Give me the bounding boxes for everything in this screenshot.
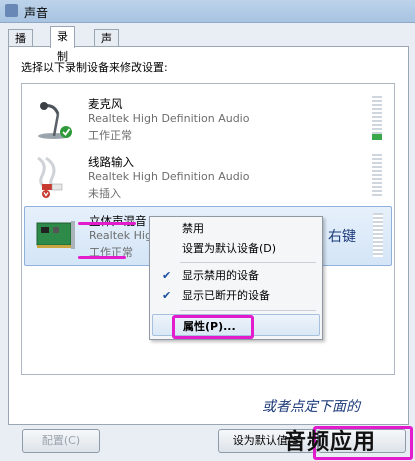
annotation-bottom-note: 或者点定下面的 bbox=[262, 399, 360, 415]
tab-recording[interactable]: 录制 bbox=[50, 26, 75, 63]
checkmark-icon: ✔ bbox=[162, 269, 172, 282]
tab-sounds[interactable]: 声音 bbox=[94, 29, 119, 62]
speaker-app-icon bbox=[5, 4, 18, 17]
level-meter bbox=[372, 96, 382, 140]
annotation-big-note: 音频应用 bbox=[284, 430, 377, 455]
device-driver: Realtek High Definition Audio bbox=[88, 112, 250, 125]
menu-item-label: 禁用 bbox=[182, 222, 204, 235]
tab-playback[interactable]: 播放 bbox=[8, 29, 33, 62]
menu-item-label: 显示已断开的设备 bbox=[182, 289, 270, 302]
menu-item-label: 显示禁用的设备 bbox=[182, 269, 259, 282]
checkmark-icon: ✔ bbox=[162, 289, 172, 302]
line-in-cable-icon bbox=[37, 156, 63, 198]
device-name: 线路输入 bbox=[88, 155, 134, 169]
window-title: 声音 bbox=[24, 6, 49, 20]
title-bar: 声音 bbox=[0, 0, 415, 23]
menu-item-set-default[interactable]: 设置为默认设备(D) bbox=[152, 239, 318, 259]
menu-separator bbox=[180, 262, 316, 263]
annotation-right-click: 右键 bbox=[328, 229, 356, 245]
device-status: 未插入 bbox=[88, 187, 121, 200]
context-menu: 禁用 设置为默认设备(D) ✔ 显示禁用的设备 ✔ 显示已断开的设备 属性(P)… bbox=[149, 216, 323, 340]
instruction-text: 选择以下录制设备来修改设置: bbox=[21, 61, 168, 74]
device-item-microphone[interactable]: 麦克风 Realtek High Definition Audio 工作正常 bbox=[24, 90, 390, 148]
device-name: 立体声混音 bbox=[89, 214, 147, 228]
device-item-line-in[interactable]: 线路输入 Realtek High Definition Audio 未插入 bbox=[24, 148, 390, 206]
device-name: 麦克风 bbox=[88, 97, 123, 111]
highlight-underline bbox=[78, 222, 136, 225]
device-driver: Realtek High Definition Audio bbox=[88, 170, 250, 183]
level-meter bbox=[372, 154, 382, 198]
menu-item-label: 设置为默认设备(D) bbox=[182, 242, 277, 255]
menu-item-show-disabled[interactable]: ✔ 显示禁用的设备 bbox=[152, 266, 318, 286]
level-meter bbox=[373, 213, 383, 257]
highlight-underline bbox=[78, 256, 126, 259]
configure-button[interactable]: 配置(C) bbox=[22, 429, 100, 453]
menu-item-disable[interactable]: 禁用 bbox=[152, 219, 318, 239]
device-status: 工作正常 bbox=[88, 129, 132, 142]
menu-separator bbox=[180, 310, 316, 311]
menu-item-properties-label: 属性(P)... bbox=[183, 320, 236, 333]
sound-card-icon bbox=[36, 221, 75, 249]
microphone-icon bbox=[38, 102, 72, 139]
menu-item-show-disconnected[interactable]: ✔ 显示已断开的设备 bbox=[152, 286, 318, 306]
